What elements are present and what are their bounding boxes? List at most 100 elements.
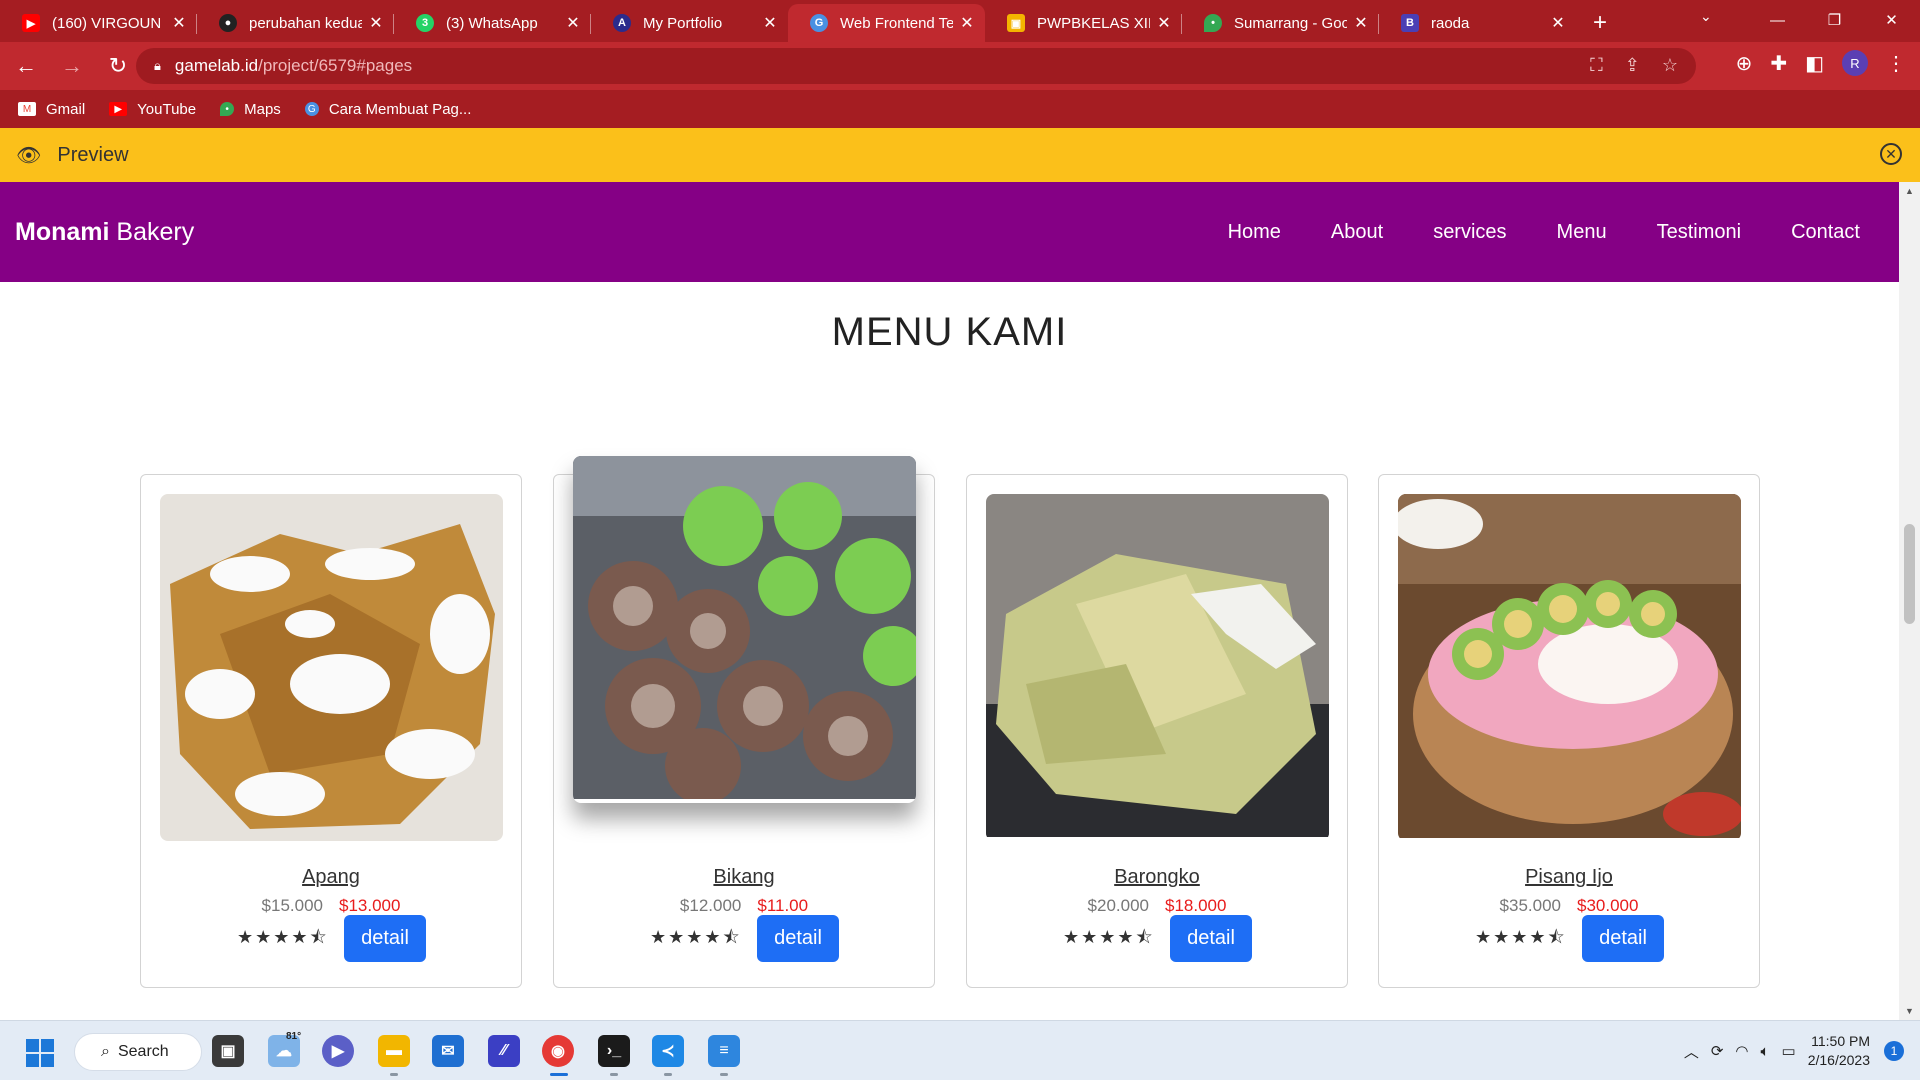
- original-price: $12.000: [679, 896, 742, 915]
- notification-badge[interactable]: 1: [1884, 1041, 1904, 1061]
- tab-close-icon[interactable]: ✕: [565, 13, 581, 33]
- browser-tab[interactable]: ▶ (160) VIRGOUN - ✕: [0, 4, 197, 42]
- nav-link-testimoni[interactable]: Testimoni: [1657, 221, 1741, 244]
- weather-icon[interactable]: 81° ☁: [268, 1031, 301, 1067]
- chevron-up-icon[interactable]: ︿: [1684, 1041, 1699, 1062]
- eye-icon: 👁︎: [16, 144, 42, 167]
- bookmark-label: Gmail: [46, 100, 86, 118]
- product-name[interactable]: Bikang: [554, 866, 934, 889]
- page-scrollbar[interactable]: ▲ ▼: [1899, 182, 1920, 1020]
- star-icon: ★: [1511, 927, 1530, 947]
- half-star-icon: ⯪: [722, 927, 742, 947]
- detail-button[interactable]: detail: [1170, 915, 1252, 962]
- browser-tab-active[interactable]: G Web Frontend Te ✕: [788, 4, 985, 42]
- tab-close-icon[interactable]: ✕: [762, 13, 778, 33]
- profile-avatar[interactable]: R: [1842, 50, 1868, 76]
- restore-icon[interactable]: ❐: [1806, 0, 1863, 40]
- active-app-indicator: [550, 1073, 568, 1076]
- nav-link-home[interactable]: Home: [1228, 221, 1281, 244]
- tab-close-icon[interactable]: ✕: [171, 13, 187, 33]
- tab-title: My Portfolio: [643, 14, 723, 32]
- nav-link-contact[interactable]: Contact: [1791, 221, 1860, 244]
- new-tab-button[interactable]: +: [1576, 4, 1624, 42]
- tab-search-chevron-icon[interactable]: ⌄: [1700, 8, 1712, 25]
- whatsapp-favicon-icon: 3: [416, 14, 434, 32]
- bikang-photo: [573, 456, 916, 803]
- detail-button[interactable]: detail: [1582, 915, 1664, 962]
- file-explorer-icon[interactable]: ▬: [378, 1035, 410, 1067]
- sync-icon[interactable]: ⟳: [1711, 1042, 1724, 1060]
- side-panel-icon[interactable]: ◧: [1805, 51, 1824, 76]
- site-brand[interactable]: Monami Bakery: [15, 218, 194, 247]
- browser-tab[interactable]: ▣ PWPBKELAS XII R ✕: [985, 4, 1182, 42]
- scrollbar-thumb[interactable]: [1904, 524, 1915, 624]
- tab-close-icon[interactable]: ✕: [1353, 13, 1369, 33]
- bookmark-youtube[interactable]: ▶ YouTube: [109, 101, 196, 118]
- sale-price: $30.000: [1577, 896, 1639, 915]
- product-name[interactable]: Apang: [141, 866, 521, 889]
- bookmark-maps[interactable]: • Maps: [220, 101, 281, 118]
- browser-tab[interactable]: A My Portfolio ✕: [591, 4, 788, 42]
- browser-toolbar: ← → ↻ 🔒︎ gamelab.id/project/6579#pages ⛶…: [0, 42, 1920, 90]
- forward-arrow-icon[interactable]: →: [52, 46, 92, 86]
- reload-icon[interactable]: ↻: [98, 46, 138, 86]
- browser-tab[interactable]: B raoda ✕: [1379, 4, 1576, 42]
- tab-close-icon[interactable]: ✕: [368, 13, 384, 33]
- sale-price: $18.000: [1165, 896, 1227, 915]
- product-prices: $15.000 $13.000: [141, 896, 521, 916]
- terminal-icon[interactable]: ›_: [598, 1035, 630, 1067]
- bookmarks-bar: M Gmail ▶ YouTube • Maps G Cara Membuat …: [0, 90, 1920, 128]
- clock[interactable]: 11:50 PM 2/16/2023: [1808, 1032, 1870, 1070]
- nav-link-services[interactable]: services: [1433, 221, 1506, 244]
- volume-icon[interactable]: 🔈︎: [1761, 1043, 1770, 1060]
- notepad-icon[interactable]: ≡: [708, 1035, 740, 1067]
- scroll-up-arrow-icon[interactable]: ▲: [1905, 186, 1914, 196]
- product-card: Bikang $12.000 $11.00 ★★★★⯪ detail: [553, 456, 935, 988]
- bookmark-gmail[interactable]: M Gmail: [18, 101, 85, 118]
- sale-price: $13.000: [339, 896, 401, 915]
- scroll-down-arrow-icon[interactable]: ▼: [1905, 1006, 1914, 1016]
- tab-title: perubahan kedua: [249, 14, 362, 32]
- star-icon: ★: [704, 927, 723, 947]
- bookmark-cara-membuat[interactable]: G Cara Membuat Pag...: [304, 101, 471, 118]
- nav-link-menu[interactable]: Menu: [1557, 221, 1607, 244]
- product-name[interactable]: Barongko: [967, 866, 1347, 889]
- teams-chat-icon[interactable]: ▶: [322, 1035, 354, 1067]
- share-icon[interactable]: ⇪: [1625, 55, 1640, 76]
- address-bar[interactable]: 🔒︎ gamelab.id/project/6579#pages ⛶ ⇪ ☆: [136, 48, 1696, 84]
- close-preview-icon[interactable]: ✕: [1880, 143, 1902, 165]
- barongko-photo: [986, 494, 1329, 841]
- product-name[interactable]: Pisang Ijo: [1379, 866, 1759, 889]
- minimize-icon[interactable]: —: [1749, 0, 1806, 40]
- editor-app-icon[interactable]: ⁄⁄: [488, 1035, 520, 1067]
- nav-link-about[interactable]: About: [1331, 221, 1383, 244]
- half-star-icon: ⯪: [309, 927, 329, 947]
- portfolio-favicon-icon: A: [613, 14, 631, 32]
- browser-tab[interactable]: ● perubahan kedua ✕: [197, 4, 394, 42]
- tab-close-icon[interactable]: ✕: [1550, 13, 1566, 33]
- extension-area: ⊕ ✚ ◧ R ⋮: [1736, 50, 1906, 76]
- browser-tab[interactable]: • Sumarrang - Goo ✕: [1182, 4, 1379, 42]
- chrome-icon[interactable]: ◉: [542, 1035, 574, 1067]
- mail-icon[interactable]: ✉: [432, 1035, 464, 1067]
- extension-plus-icon[interactable]: ⊕: [1736, 51, 1753, 76]
- extensions-puzzle-icon[interactable]: ✚: [1770, 51, 1787, 76]
- star-icon: ★: [291, 927, 310, 947]
- wifi-icon[interactable]: ◠: [1735, 1042, 1748, 1060]
- tab-title: (3) WhatsApp: [446, 14, 538, 32]
- battery-icon[interactable]: ▭: [1782, 1042, 1796, 1060]
- taskbar-search[interactable]: ⌕ Search: [74, 1033, 202, 1071]
- translate-icon[interactable]: ⛶: [1590, 55, 1603, 76]
- windows-start-icon[interactable]: [26, 1039, 54, 1067]
- task-view-icon[interactable]: ▣: [212, 1035, 244, 1067]
- browser-tab[interactable]: 3 (3) WhatsApp ✕: [394, 4, 591, 42]
- menu-kebab-icon[interactable]: ⋮: [1886, 51, 1906, 76]
- close-window-icon[interactable]: ✕: [1863, 0, 1920, 40]
- tab-close-icon[interactable]: ✕: [959, 13, 975, 33]
- vscode-icon[interactable]: ≺: [652, 1035, 684, 1067]
- bookmark-star-icon[interactable]: ☆: [1662, 55, 1678, 76]
- detail-button[interactable]: detail: [344, 915, 426, 962]
- back-arrow-icon[interactable]: ←: [6, 46, 46, 86]
- tab-close-icon[interactable]: ✕: [1156, 13, 1172, 33]
- detail-button[interactable]: detail: [757, 915, 839, 962]
